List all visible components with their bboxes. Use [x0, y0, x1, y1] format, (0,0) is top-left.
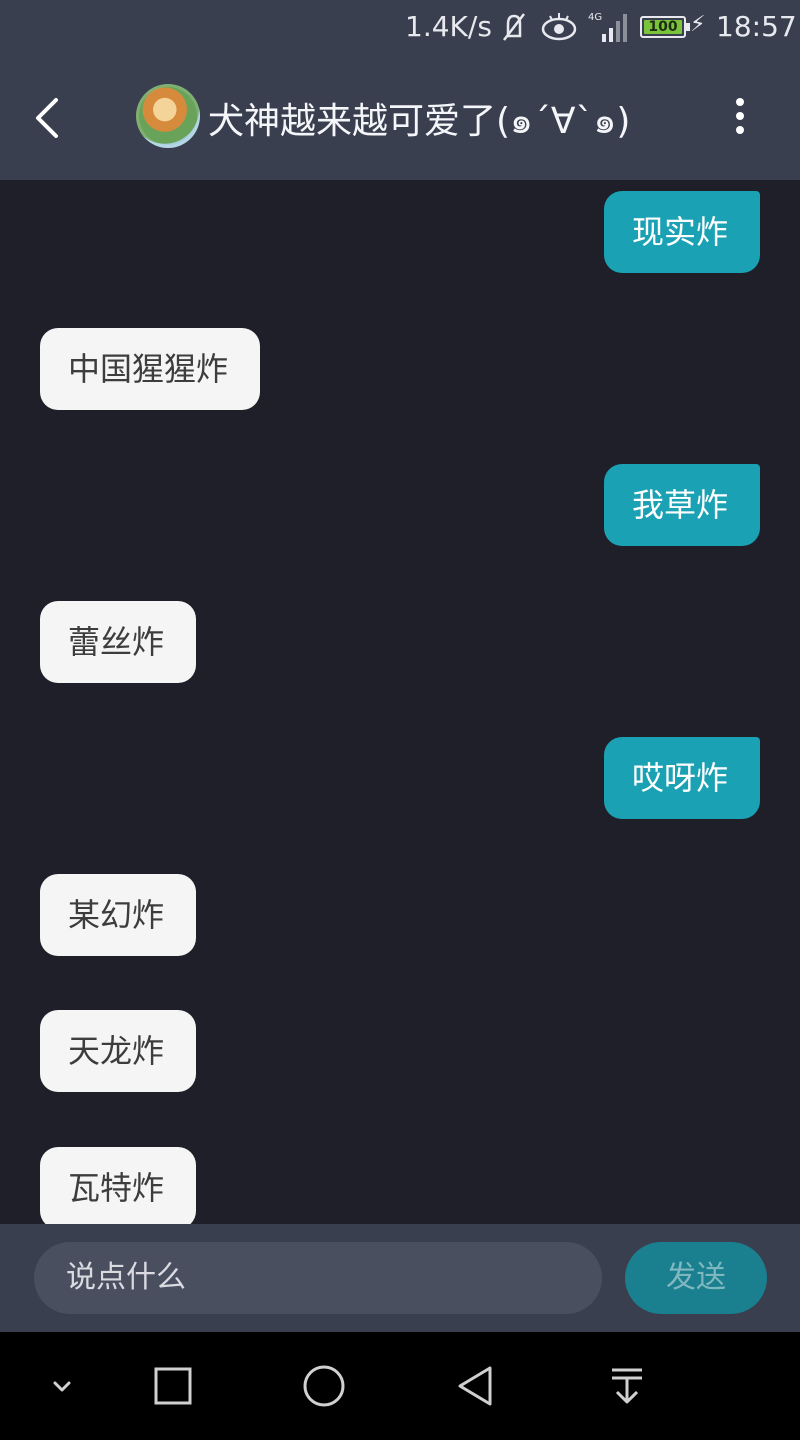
message-bubble-incoming[interactable]: 天龙炸 [40, 1010, 197, 1092]
message-bubble-outgoing[interactable]: 我草炸 [603, 464, 760, 546]
battery-icon: 100 [640, 16, 690, 38]
message-bubble-outgoing[interactable]: 哎呀炸 [603, 737, 760, 819]
avatar[interactable] [136, 84, 200, 148]
network-speed: 1.4K/s [405, 10, 492, 43]
battery-level: 100 [644, 20, 682, 34]
home-icon[interactable] [300, 1362, 348, 1410]
message-input[interactable]: 说点什么 [34, 1242, 602, 1314]
recents-icon[interactable] [149, 1362, 197, 1410]
charging-icon: ⚡ [690, 12, 706, 37]
back-icon[interactable] [30, 96, 66, 140]
message-bubble-incoming[interactable]: 某幻炸 [40, 874, 197, 956]
mute-icon [500, 10, 528, 51]
notification-pulldown-icon[interactable] [603, 1362, 651, 1410]
chat-header: 犬神越来越可爱了(๑´∀`๑) [0, 56, 800, 180]
chat-title: 犬神越来越可爱了(๑´∀`๑) [208, 101, 631, 142]
status-bar: 1.4K/s 4G 100 ⚡ 18:57 [0, 0, 800, 56]
navigation-bar [0, 1332, 800, 1440]
message-bubble-incoming[interactable]: 中国猩猩炸 [40, 328, 261, 410]
message-list[interactable]: 现实炸 中国猩猩炸 我草炸 蕾丝炸 哎呀炸 某幻炸 天龙炸 瓦特炸 [0, 180, 800, 1224]
signal-icon: 4G [588, 10, 628, 44]
send-button[interactable]: 发送 [625, 1242, 767, 1314]
more-icon[interactable] [726, 94, 754, 142]
input-bar: 说点什么 发送 [0, 1224, 800, 1332]
message-bubble-outgoing[interactable]: 现实炸 [603, 191, 760, 273]
message-bubble-incoming[interactable]: 瓦特炸 [40, 1147, 197, 1224]
clock: 18:57 [716, 10, 797, 43]
back-nav-icon[interactable] [452, 1362, 500, 1410]
eye-icon [540, 10, 578, 51]
svg-text:4G: 4G [588, 12, 602, 23]
message-bubble-incoming[interactable]: 蕾丝炸 [40, 601, 197, 683]
hide-nav-icon[interactable] [38, 1362, 86, 1410]
